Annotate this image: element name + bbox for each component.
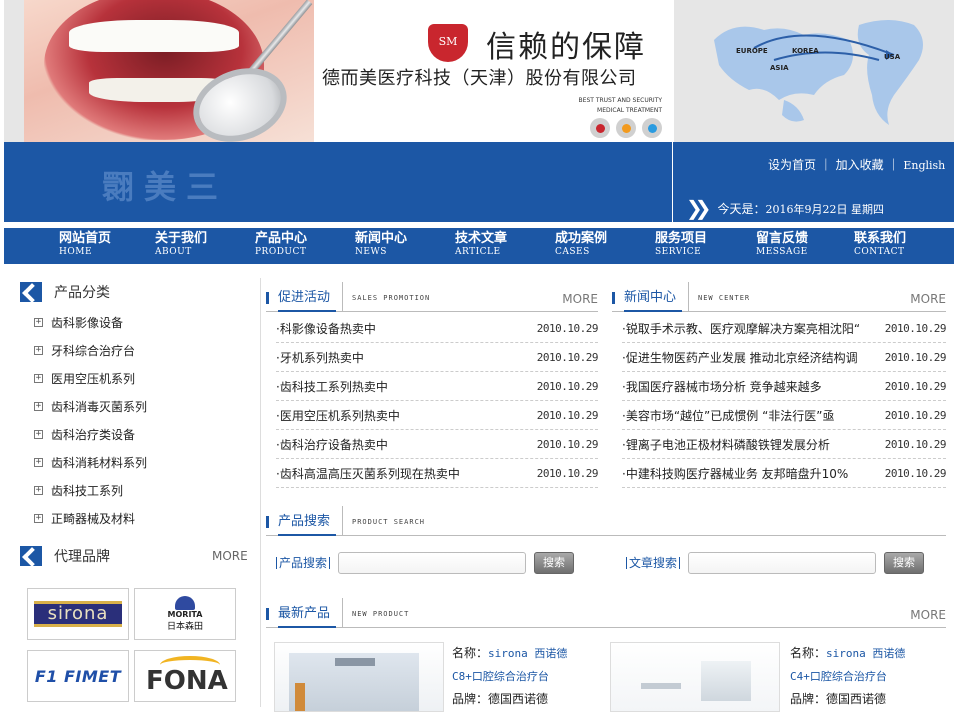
plus-icon: + — [34, 344, 43, 355]
category-item[interactable]: + 齿科消毒灭菌系列 — [34, 392, 147, 420]
new-products-more-link[interactable]: MORE — [910, 608, 946, 622]
plus-icon: + — [34, 428, 43, 439]
nav-news[interactable]: 新闻中心 NEWS — [355, 232, 407, 258]
nav-home[interactable]: 网站首页 HOME — [59, 232, 111, 258]
category-item[interactable]: + 牙科综合治疗台 — [34, 336, 147, 364]
list-item[interactable]: ·锂离子电池正极材料磷酸铁锂发展分析 2010.10.29 — [622, 430, 947, 459]
nav-service[interactable]: 服务项目 SERVICE — [655, 232, 707, 258]
slogan: 信赖的保障 — [486, 30, 646, 65]
company-name: 德而美医疗科技（天津）股份有限公司 — [322, 68, 637, 89]
category-list: + 齿科影像设备 + 牙科综合治疗台 + 医用空压机系列 + 齿科消毒灭菌系列 + 齿科治… — [34, 308, 147, 532]
list-item[interactable]: ·锐取手术示教、医疗观摩解决方案亮相沈阳“ 2010.10.29 — [622, 314, 947, 343]
new-products-header: 最新产品 NEW PRODUCT MORE — [266, 598, 946, 628]
category-item[interactable]: + 医用空压机系列 — [34, 364, 147, 392]
map-label: USA — [884, 53, 901, 61]
category-item[interactable]: + 正畸器械及材料 — [34, 504, 147, 532]
promo-header: 促进活动 SALES PROMOTION MORE — [266, 282, 598, 312]
list-item[interactable]: ·美容市场“越位”已成惯例 “非法行医”亟 2010.10.29 — [622, 401, 947, 430]
plus-icon: + — [34, 456, 43, 467]
promo-list: ·科影像设备热卖中 2010.10.29 ·牙机系列热卖中 2010.10.29 ·… — [276, 314, 599, 488]
product-image[interactable] — [274, 642, 444, 712]
product-search-input[interactable] — [338, 552, 527, 574]
brand-icon — [20, 546, 42, 566]
brand-fona[interactable]: FONA — [134, 650, 236, 702]
brand-morita[interactable]: MORITA 日本森田 — [134, 588, 236, 640]
list-item[interactable]: ·促进生物医药产业发展 推动北京经济结构调 2010.10.29 — [622, 343, 947, 372]
categories-header: 产品分类 — [20, 282, 110, 302]
nav-message[interactable]: 留言反馈 MESSAGE — [756, 232, 808, 258]
plus-icon: + — [34, 316, 43, 327]
page: SM 信赖的保障 德而美医疗科技（天津）股份有限公司 BEST TRUST AN… — [4, 0, 954, 712]
banner-image: SM 信赖的保障 德而美医疗科技（天津）股份有限公司 BEST TRUST AN… — [24, 0, 674, 142]
news-more-link[interactable]: MORE — [910, 292, 946, 306]
top-links: 设为首页 ｜ 加入收藏 ｜ English — [768, 158, 946, 172]
sidebar: 产品分类 + 齿科影像设备 + 牙科综合治疗台 + 医用空压机系列 + 齿科消毒灭菌系列… — [4, 270, 256, 707]
dot-red-icon — [590, 118, 610, 138]
category-item[interactable]: + 齿科治疗类设备 — [34, 420, 147, 448]
promo-more-link[interactable]: MORE — [562, 292, 598, 306]
nav-cases[interactable]: 成功案例 CASES — [555, 232, 607, 258]
news-list: ·锐取手术示教、医疗观摩解决方案亮相沈阳“ 2010.10.29 ·促进生物医药产… — [622, 314, 947, 488]
list-item[interactable]: ·科影像设备热卖中 2010.10.29 — [276, 314, 599, 343]
news-header: 新闻中心 NEW CENTER MORE — [612, 282, 946, 312]
company-logo[interactable]: SM — [428, 24, 468, 62]
map-label: ASIA — [770, 64, 789, 72]
list-item[interactable]: ·齿科高温高压灭菌系列现在热卖中 2010.10.29 — [276, 459, 599, 488]
article-search: 文章搜索 搜索 — [626, 552, 925, 574]
brand-sirona[interactable]: sirona — [27, 588, 129, 640]
list-item[interactable]: ·中建科技购医疗器械业务 友邦暗盘升10% 2010.10.29 — [622, 459, 947, 488]
search-header: 产品搜索 PRODUCT SEARCH — [266, 506, 946, 536]
category-item[interactable]: + 齿科技工系列 — [34, 476, 147, 504]
list-item[interactable]: ·医用空压机系列热卖中 2010.10.29 — [276, 401, 599, 430]
list-item[interactable]: ·齿科治疗设备热卖中 2010.10.29 — [276, 430, 599, 459]
article-search-button[interactable]: 搜索 — [884, 552, 925, 574]
header-band: 翾美三 设为首页 ｜ 加入收藏 ｜ English ❯❯ 今天是：2016年9月… — [4, 142, 954, 222]
dot-orange-icon — [616, 118, 636, 138]
color-dots — [590, 118, 662, 138]
list-item[interactable]: ·我国医疗器械市场分析 竞争越来越多 2010.10.29 — [622, 372, 947, 401]
band-brand: 翾美三 — [102, 168, 229, 206]
category-item[interactable]: + 齿科影像设备 — [34, 308, 147, 336]
list-item[interactable]: ·牙机系列热卖中 2010.10.29 — [276, 343, 599, 372]
plus-icon: + — [34, 372, 43, 383]
category-icon — [20, 282, 42, 302]
nav-article[interactable]: 技术文章 ARTICLE — [455, 232, 507, 258]
plus-icon: + — [34, 484, 43, 495]
world-map: EUROPE KOREA ASIA USA — [674, 0, 954, 142]
header-banner: SM 信赖的保障 德而美医疗科技（天津）股份有限公司 BEST TRUST AN… — [4, 0, 954, 142]
list-item[interactable]: ·齿科技工系列热卖中 2010.10.29 — [276, 372, 599, 401]
product-info: 名称：sirona 西诺德 C4+口腔综合治疗台 品牌：德国西诺德 — [790, 646, 906, 706]
brands-more-link[interactable]: MORE — [212, 549, 248, 563]
add-favorite-link[interactable]: 加入收藏 — [836, 158, 884, 172]
double-chevron-icon: ❯❯ — [686, 196, 711, 220]
product-search-button[interactable]: 搜索 — [534, 552, 575, 574]
product-search-label: 产品搜索 — [276, 557, 331, 569]
map-label: EUROPE — [736, 47, 768, 55]
category-item[interactable]: + 齿科消耗材料系列 — [34, 448, 147, 476]
smile-illustration — [24, 0, 314, 142]
product-search: 产品搜索 搜索 — [276, 552, 575, 574]
tagline: BEST TRUST AND SECURITY MEDICAL TREATMEN… — [578, 97, 662, 114]
dot-blue-icon — [642, 118, 662, 138]
article-search-label: 文章搜索 — [626, 557, 681, 569]
map-label: KOREA — [792, 47, 819, 55]
product-image[interactable] — [610, 642, 780, 712]
brand-fimet[interactable]: F1 FIMET — [27, 650, 129, 702]
english-link[interactable]: English — [903, 159, 945, 172]
nav-product[interactable]: 产品中心 PRODUCT — [255, 232, 307, 258]
plus-icon: + — [34, 400, 43, 411]
date-display: ❯❯ 今天是：2016年9月22日 星期四 — [686, 196, 885, 220]
plus-icon: + — [34, 512, 43, 523]
brands-header: 代理品牌 — [20, 546, 110, 566]
article-search-input[interactable] — [688, 552, 877, 574]
set-homepage-link[interactable]: 设为首页 — [768, 158, 816, 172]
nav-about[interactable]: 关于我们 ABOUT — [155, 232, 207, 258]
nav-contact[interactable]: 联系我们 CONTACT — [854, 232, 906, 258]
main-nav: 网站首页 HOME 关于我们 ABOUT 产品中心 PRODUCT 新闻中心 NEWS … — [4, 228, 954, 264]
product-info: 名称：sirona 西诺德 C8+口腔综合治疗台 品牌：德国西诺德 — [452, 646, 568, 706]
